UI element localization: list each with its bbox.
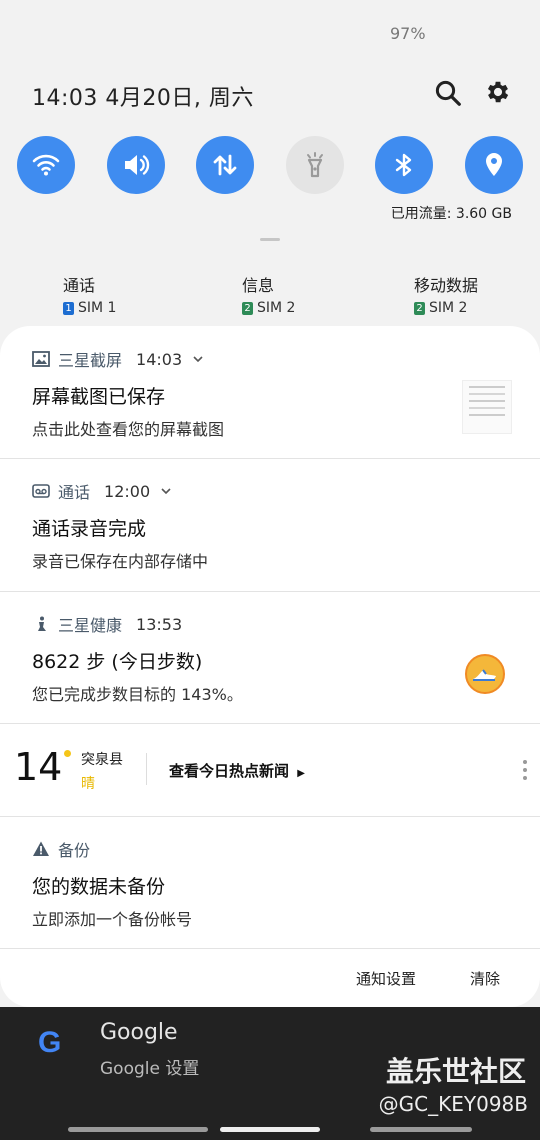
weather-news-card[interactable]: 14 突泉县 晴 查看今日热点新闻 ▶ [0,723,540,817]
search-icon[interactable] [433,78,463,108]
weather-condition: 晴 [81,776,95,792]
sound-icon [125,155,150,175]
notification-title: 8622 步 (今日步数) [32,651,203,673]
notification-time: 14:03 [136,349,183,369]
chevron-right-icon: ▶ [297,768,305,779]
flashlight-toggle[interactable] [286,136,344,194]
data-usage-label: 已用流量: 3.60 GB [390,206,512,222]
notification-title: 屏幕截图已保存 [32,386,166,408]
image-icon [32,351,50,367]
notification-app-name: 备份 [58,841,91,860]
weather-temperature: 14 [14,745,63,789]
notification-time: 13:53 [136,614,183,634]
health-icon [38,616,46,631]
sim-call-value: SIM 1 [78,300,117,316]
sim-2-badge: 2 [242,301,253,315]
notification-backup[interactable]: 备份 您的数据未备份 立即添加一个备份帐号 [0,816,540,949]
notification-app-name: 三星截屏 [58,351,123,370]
sun-icon [64,750,71,757]
location-icon [486,153,502,176]
nav-bar-left[interactable] [68,1127,208,1132]
weather-city: 突泉县 [81,752,123,768]
divider [146,753,147,785]
sim-message-label: 信息 [242,276,275,295]
notification-text: 点击此处查看您的屏幕截图 [32,420,225,439]
watermark-title: 盖乐世社区 [385,1055,526,1088]
gear-icon[interactable] [484,78,514,108]
notification-sheet: 三星截屏 14:03 屏幕截图已保存 点击此处查看您的屏幕截图 通话 12:00… [0,326,540,1007]
notification-screenshot[interactable]: 三星截屏 14:03 屏幕截图已保存 点击此处查看您的屏幕截图 [0,326,540,459]
sim-data-setting[interactable]: 移动数据 2 SIM 2 [414,272,478,316]
google-logo: G [38,1026,62,1059]
sim-message-setting[interactable]: 信息 2 SIM 2 [242,272,295,316]
notification-time: 12:00 [104,481,151,501]
google-subtitle: Google 设置 [100,1059,200,1079]
voicemail-icon [32,484,50,498]
wifi-icon [32,154,60,176]
location-toggle[interactable] [465,136,523,194]
sim-call-label: 通话 [63,276,96,295]
date-time: 14:03 4月20日, 周六 [32,86,254,111]
screenshot-thumbnail [462,380,512,434]
sim-data-label: 移动数据 [414,276,479,295]
news-link-label: 查看今日热点新闻 [169,762,290,780]
news-link[interactable]: 查看今日热点新闻 ▶ [169,760,305,781]
running-shoe-icon [465,654,505,694]
panel-handle[interactable] [260,238,280,241]
chevron-down-icon[interactable] [192,353,204,365]
notification-app-name: 三星健康 [58,616,123,635]
sim-message-value: SIM 2 [257,300,296,316]
notification-text: 录音已保存在内部存储中 [32,552,209,571]
nav-bar-home[interactable] [220,1127,320,1132]
chevron-down-icon[interactable] [160,485,172,497]
sim-call-setting[interactable]: 通话 1 SIM 1 [63,272,116,316]
flashlight-icon [307,152,323,178]
notification-title: 通话录音完成 [32,518,147,540]
notification-title: 您的数据未备份 [32,876,166,898]
notification-text: 立即添加一个备份帐号 [32,910,193,929]
notification-settings-button[interactable]: 通知设置 [356,968,416,989]
google-title: Google [100,1020,178,1045]
notification-samsung-health[interactable]: 三星健康 13:53 8622 步 (今日步数) 您已完成步数目标的 143%。 [0,591,540,724]
clear-all-button[interactable]: 清除 [470,968,500,989]
bluetooth-toggle[interactable] [375,136,433,194]
sim-2-badge: 2 [414,301,425,315]
sim-data-value: SIM 2 [429,300,468,316]
more-vert-icon[interactable] [522,759,528,781]
mobile-data-icon [213,154,237,176]
sim-1-badge: 1 [63,301,74,315]
wifi-toggle[interactable] [17,136,75,194]
battery-level: 97% [390,24,426,43]
notification-text: 您已完成步数目标的 143%。 [32,685,243,704]
warning-icon [33,841,49,856]
mobile-data-toggle[interactable] [196,136,254,194]
notification-app-name: 通话 [58,483,91,502]
notification-call-recording[interactable]: 通话 12:00 通话录音完成 录音已保存在内部存储中 [0,458,540,592]
sound-toggle[interactable] [107,136,165,194]
bluetooth-icon [395,153,412,177]
nav-bar-right[interactable] [370,1127,472,1132]
watermark-handle: @GC_KEY098B [378,1092,528,1116]
